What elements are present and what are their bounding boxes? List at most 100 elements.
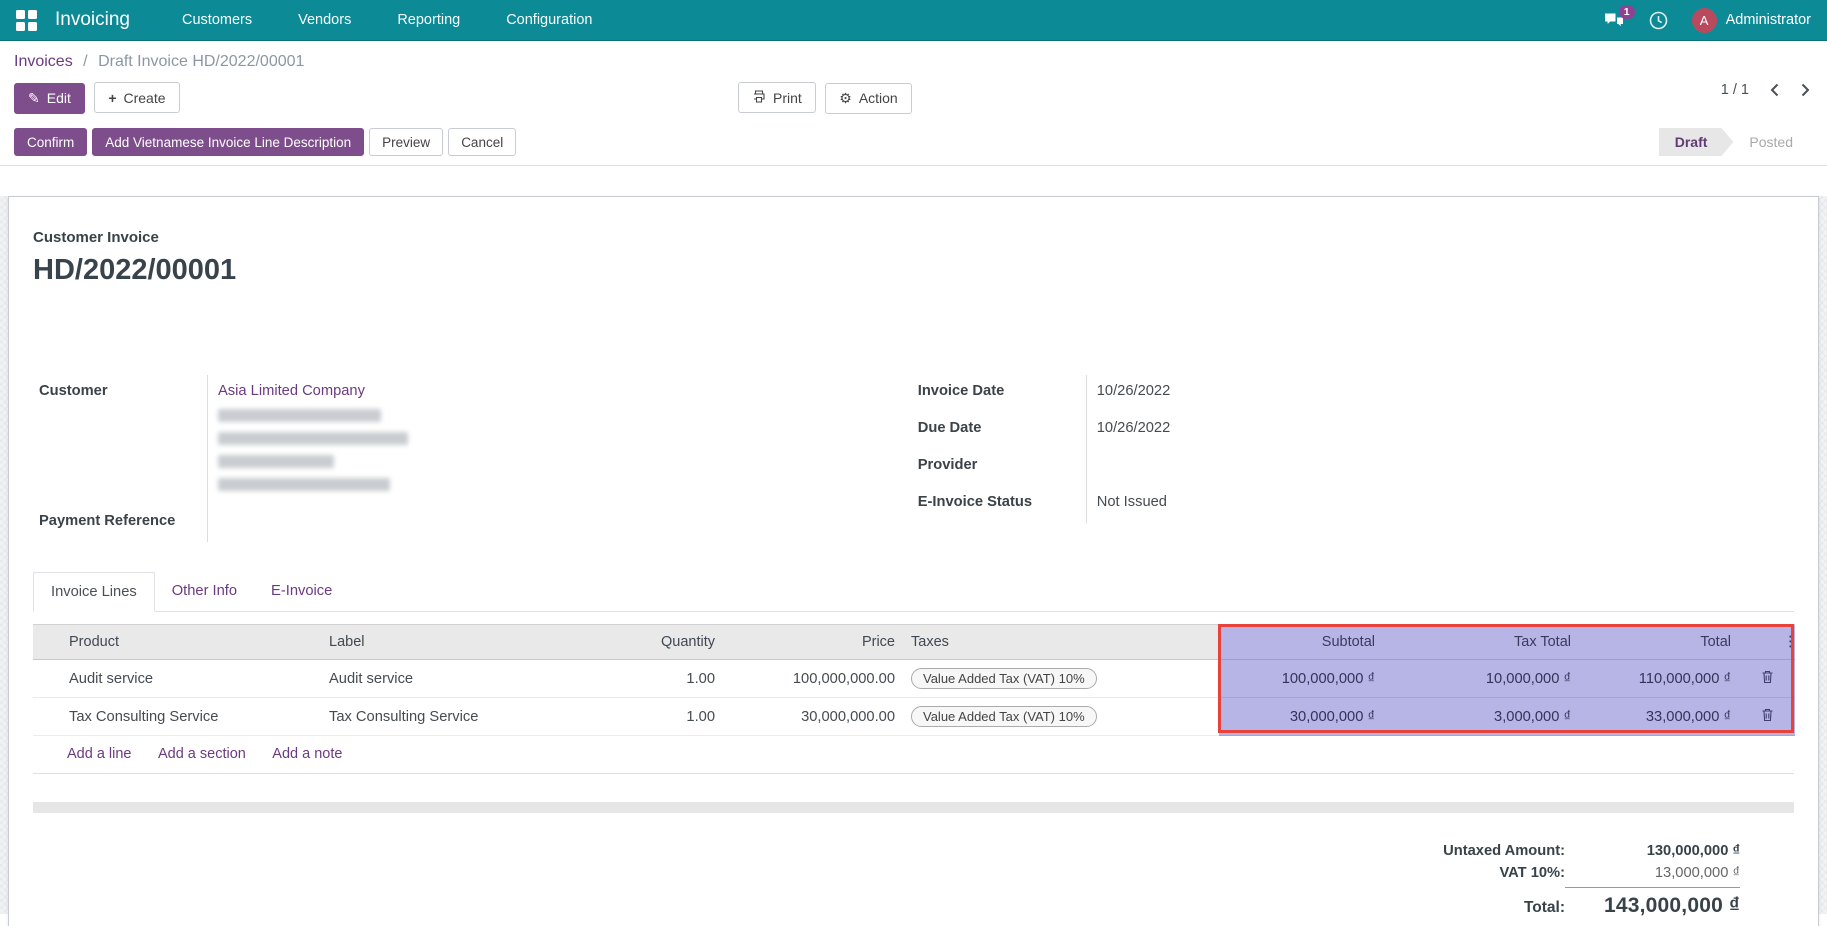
menu-configuration[interactable]: Configuration bbox=[506, 12, 592, 28]
header-label[interactable]: Label bbox=[321, 625, 583, 660]
header-subtotal[interactable]: Subtotal bbox=[1219, 625, 1383, 660]
right-field-group: Invoice Date 10/26/2022 Due Date 10/26/2… bbox=[912, 375, 1791, 542]
breadcrumb-separator: / bbox=[83, 53, 87, 70]
tax-badge: Value Added Tax (VAT) 10% bbox=[911, 706, 1097, 727]
customer-label: Customer bbox=[33, 375, 208, 505]
cell-total[interactable]: 33,000,000 ₫ bbox=[1579, 698, 1739, 736]
status-draft[interactable]: Draft bbox=[1659, 128, 1734, 156]
menu-reporting[interactable]: Reporting bbox=[397, 12, 460, 28]
tab-other-info[interactable]: Other Info bbox=[155, 572, 254, 612]
action-button[interactable]: ⚙ Action bbox=[825, 83, 911, 114]
table-row[interactable]: Tax Consulting Service Tax Consulting Se… bbox=[33, 698, 1795, 736]
header-delete-spacer bbox=[1739, 625, 1775, 660]
untaxed-amount-value: 130,000,000 ₫ bbox=[1565, 843, 1740, 859]
delete-row-icon[interactable] bbox=[1739, 660, 1795, 698]
cell-product[interactable]: Audit service bbox=[61, 660, 321, 698]
add-a-note-link[interactable]: Add a note bbox=[272, 746, 342, 762]
customer-link[interactable]: Asia Limited Company bbox=[218, 383, 365, 399]
app-name[interactable]: Invoicing bbox=[55, 9, 130, 31]
redacted-address-line bbox=[218, 455, 334, 468]
cell-label[interactable]: Audit service bbox=[321, 660, 583, 698]
table-row[interactable]: Audit service Audit service 1.00 100,000… bbox=[33, 660, 1795, 698]
pager-next-icon[interactable] bbox=[1800, 83, 1811, 97]
menu-customers[interactable]: Customers bbox=[182, 12, 252, 28]
breadcrumb-invoices[interactable]: Invoices bbox=[14, 53, 73, 70]
totals-footer: Untaxed Amount: 130,000,000 ₫ VAT 10%: 1… bbox=[1380, 840, 1740, 921]
pager-counter: 1 / 1 bbox=[1721, 82, 1749, 98]
messages-icon[interactable]: 1 bbox=[1604, 12, 1625, 29]
main-menu: Customers Vendors Reporting Configuratio… bbox=[182, 12, 592, 28]
cancel-button[interactable]: Cancel bbox=[448, 128, 516, 156]
add-vietnamese-description-button[interactable]: Add Vietnamese Invoice Line Description bbox=[92, 128, 364, 156]
header-quantity[interactable]: Quantity bbox=[583, 625, 723, 660]
header-price[interactable]: Price bbox=[723, 625, 903, 660]
table-header-row: Product Label Quantity Price Taxes Subto… bbox=[33, 625, 1795, 660]
apps-menu-icon[interactable] bbox=[16, 10, 37, 31]
top-navbar: Invoicing Customers Vendors Reporting Co… bbox=[0, 0, 1827, 41]
cell-taxes[interactable]: Value Added Tax (VAT) 10% bbox=[903, 660, 1219, 698]
user-name: Administrator bbox=[1726, 12, 1811, 28]
plus-icon: + bbox=[108, 90, 116, 106]
breadcrumb-current: Draft Invoice HD/2022/00001 bbox=[98, 53, 304, 70]
cell-total[interactable]: 110,000,000 ₫ bbox=[1579, 660, 1739, 698]
add-a-section-link[interactable]: Add a section bbox=[158, 746, 246, 762]
cell-quantity[interactable]: 1.00 bbox=[583, 660, 723, 698]
redacted-address-line bbox=[218, 432, 408, 445]
cell-product[interactable]: Tax Consulting Service bbox=[61, 698, 321, 736]
add-a-line-link[interactable]: Add a line bbox=[67, 746, 132, 762]
invoice-lines-table: Product Label Quantity Price Taxes Subto… bbox=[33, 624, 1794, 774]
cell-price[interactable]: 30,000,000.00 bbox=[723, 698, 903, 736]
breadcrumb: Invoices / Draft Invoice HD/2022/00001 bbox=[14, 53, 1813, 71]
messages-badge: 1 bbox=[1619, 5, 1635, 19]
cell-taxes[interactable]: Value Added Tax (VAT) 10% bbox=[903, 698, 1219, 736]
user-menu[interactable]: A Administrator bbox=[1692, 8, 1811, 33]
create-button[interactable]: + Create bbox=[94, 82, 179, 113]
einvoice-status-value[interactable]: Not Issued bbox=[1087, 486, 1791, 523]
header-product[interactable]: Product bbox=[61, 625, 321, 660]
tab-invoice-lines[interactable]: Invoice Lines bbox=[33, 572, 155, 612]
activities-clock-icon[interactable] bbox=[1649, 11, 1668, 30]
delete-row-icon[interactable] bbox=[1739, 698, 1795, 736]
header-total[interactable]: Total bbox=[1579, 625, 1739, 660]
payment-reference-value[interactable] bbox=[208, 505, 912, 542]
row-handle[interactable] bbox=[33, 698, 61, 736]
print-button[interactable]: Print bbox=[738, 82, 816, 113]
invoice-number-heading: HD/2022/00001 bbox=[33, 254, 1794, 287]
invoice-date-label: Invoice Date bbox=[912, 375, 1087, 412]
total-label: Total: bbox=[1380, 899, 1565, 917]
header-tax-total[interactable]: Tax Total bbox=[1383, 625, 1579, 660]
pager-previous-icon[interactable] bbox=[1769, 83, 1780, 97]
preview-button[interactable]: Preview bbox=[369, 128, 443, 156]
cell-price[interactable]: 100,000,000.00 bbox=[723, 660, 903, 698]
header-taxes[interactable]: Taxes bbox=[903, 625, 1219, 660]
untaxed-amount-label: Untaxed Amount: bbox=[1380, 843, 1565, 859]
redacted-address-line bbox=[218, 409, 381, 422]
cell-tax-total[interactable]: 3,000,000 ₫ bbox=[1383, 698, 1579, 736]
gear-icon: ⚙ bbox=[839, 90, 852, 107]
menu-vendors[interactable]: Vendors bbox=[298, 12, 351, 28]
form-background: Customer Invoice HD/2022/00001 Customer … bbox=[0, 196, 1827, 914]
tax-badge: Value Added Tax (VAT) 10% bbox=[911, 668, 1097, 689]
cell-subtotal[interactable]: 100,000,000 ₫ bbox=[1219, 660, 1383, 698]
redacted-address-line bbox=[218, 478, 390, 491]
total-value: 143,000,000 ₫ bbox=[1565, 894, 1740, 918]
tab-e-invoice[interactable]: E-Invoice bbox=[254, 572, 349, 612]
confirm-button[interactable]: Confirm bbox=[14, 128, 87, 156]
notebook-tabs: Invoice Lines Other Info E-Invoice bbox=[33, 572, 1794, 612]
row-handle[interactable] bbox=[33, 660, 61, 698]
provider-label: Provider bbox=[912, 449, 1087, 486]
cell-tax-total[interactable]: 10,000,000 ₫ bbox=[1383, 660, 1579, 698]
cell-label[interactable]: Tax Consulting Service bbox=[321, 698, 583, 736]
cell-subtotal[interactable]: 30,000,000 ₫ bbox=[1219, 698, 1383, 736]
provider-value[interactable] bbox=[1087, 449, 1791, 486]
statusbar: Confirm Add Vietnamese Invoice Line Desc… bbox=[0, 128, 1827, 166]
optional-columns-icon[interactable]: ⋮ bbox=[1775, 625, 1795, 660]
edit-button[interactable]: ✎ Edit bbox=[14, 83, 85, 114]
status-posted[interactable]: Posted bbox=[1733, 128, 1813, 156]
table-footer-links: Add a line Add a section Add a note bbox=[33, 736, 1794, 774]
pencil-icon: ✎ bbox=[28, 90, 40, 107]
invoice-date-value[interactable]: 10/26/2022 bbox=[1087, 375, 1791, 412]
due-date-value[interactable]: 10/26/2022 bbox=[1087, 412, 1791, 449]
cell-quantity[interactable]: 1.00 bbox=[583, 698, 723, 736]
left-field-group: Customer Asia Limited Company Payment Re… bbox=[33, 375, 912, 542]
